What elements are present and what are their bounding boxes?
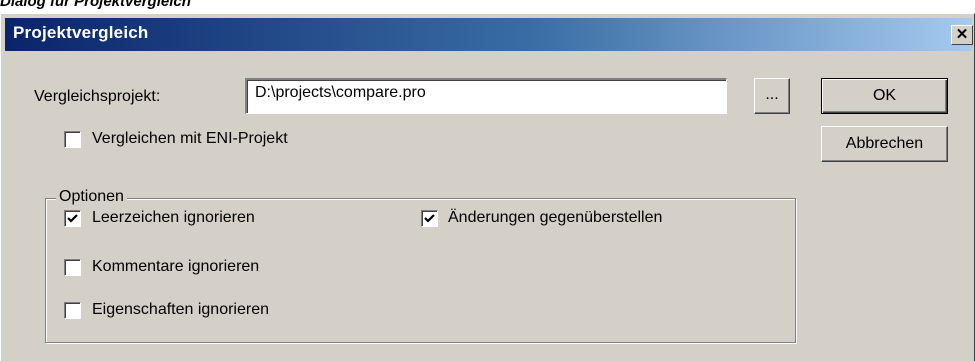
- figure-caption: Dialog für Projektvergleich: [0, 0, 191, 10]
- eni-project-label: Vergleichen mit ENI-Projekt: [92, 130, 288, 147]
- checkmark-icon: [67, 214, 78, 223]
- eni-project-checkbox[interactable]: [64, 131, 81, 148]
- project-compare-dialog: Projektvergleich ✕ Vergleichsprojekt: D:…: [0, 13, 975, 361]
- ignore-comments-checkbox[interactable]: [64, 259, 81, 276]
- close-button[interactable]: ✕: [951, 25, 973, 45]
- ignore-comments-label: Kommentare ignorieren: [92, 258, 260, 275]
- options-legend: Optionen: [56, 188, 127, 206]
- compare-project-label: Vergleichsprojekt:: [34, 88, 161, 105]
- cancel-button-label: Abbrechen: [845, 135, 924, 152]
- ignore-spaces-checkbox[interactable]: [64, 210, 81, 227]
- compare-project-input[interactable]: D:\projects\compare.pro: [245, 78, 727, 114]
- cancel-button[interactable]: Abbrechen: [821, 126, 948, 162]
- browse-button-label: ...: [765, 86, 779, 103]
- close-icon: ✕: [955, 26, 969, 43]
- show-changes-label: Änderungen gegenüberstellen: [448, 209, 663, 226]
- window-title: Projektvergleich: [13, 23, 149, 42]
- checkmark-icon: [424, 214, 435, 223]
- ignore-spaces-label: Leerzeichen ignorieren: [92, 209, 255, 226]
- ignore-properties-checkbox[interactable]: [64, 302, 81, 319]
- title-bar[interactable]: Projektvergleich ✕: [5, 18, 973, 51]
- browse-button[interactable]: ...: [754, 78, 790, 114]
- show-changes-checkbox[interactable]: [421, 210, 438, 227]
- ok-button[interactable]: OK: [821, 78, 948, 114]
- ok-button-label: OK: [872, 87, 897, 104]
- ignore-properties-label: Eigenschaften ignorieren: [92, 301, 270, 318]
